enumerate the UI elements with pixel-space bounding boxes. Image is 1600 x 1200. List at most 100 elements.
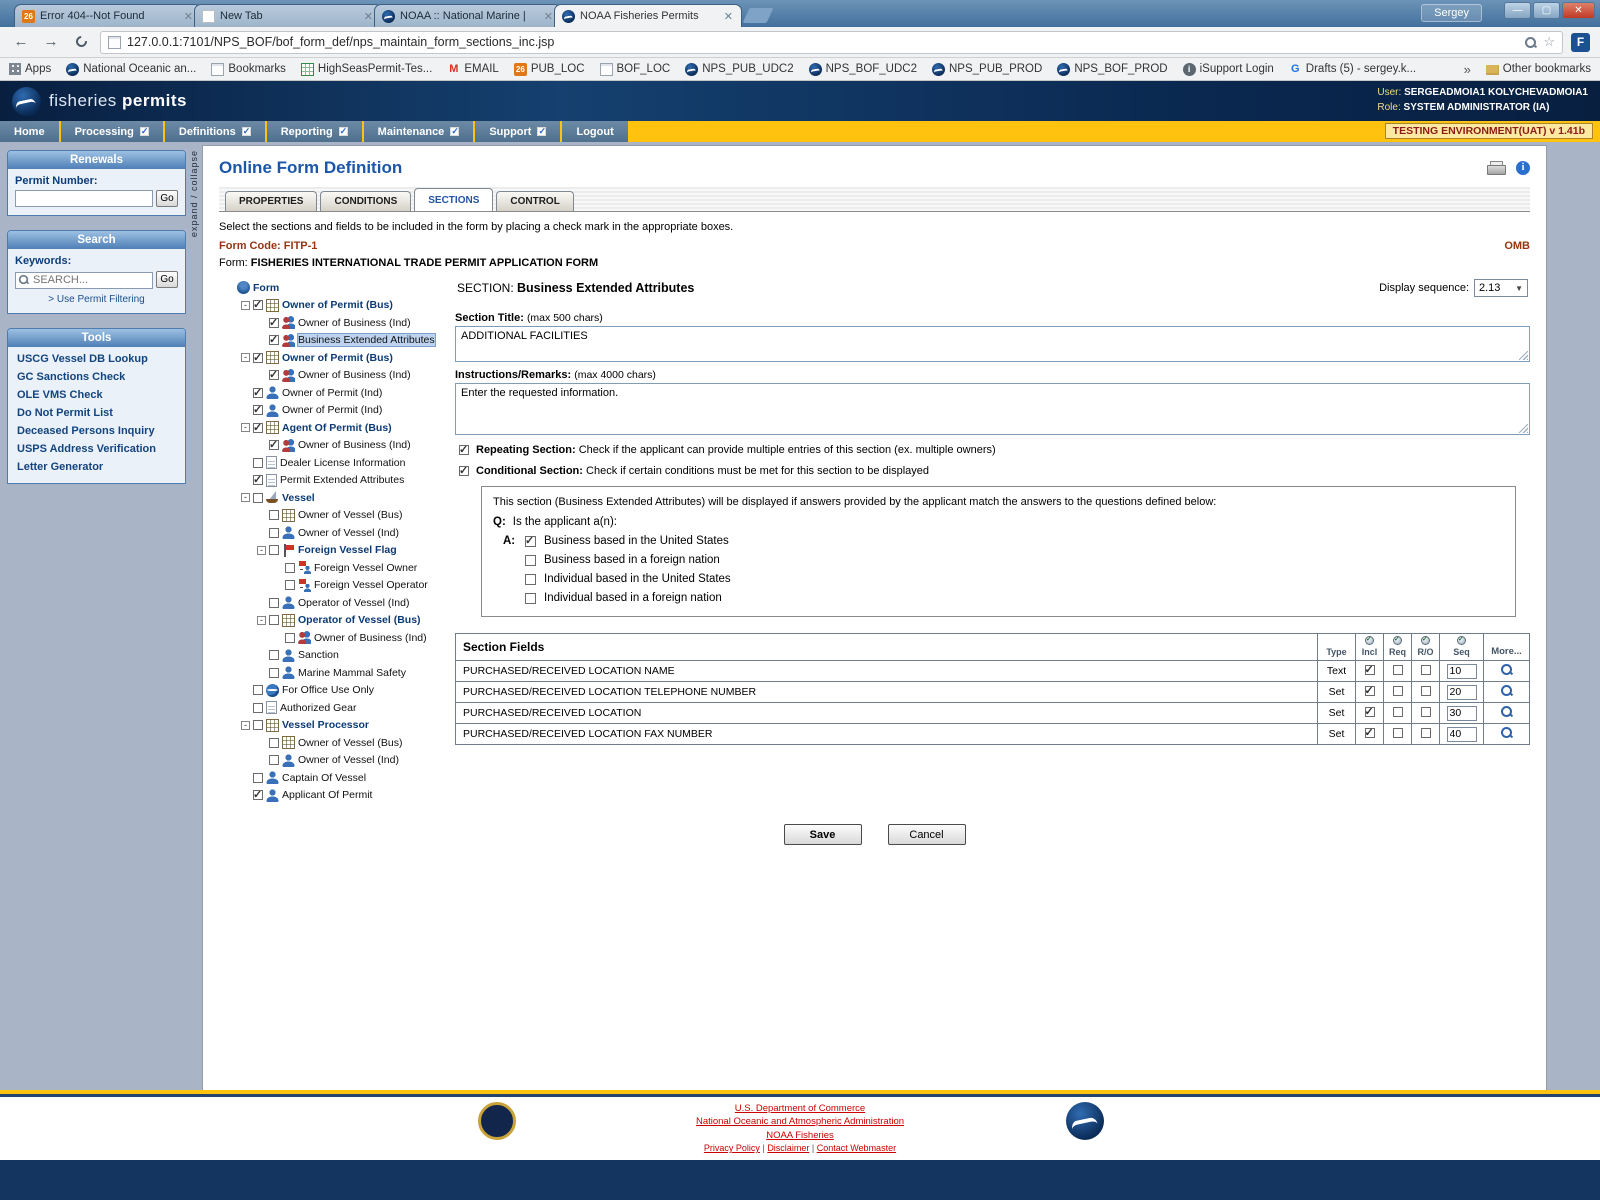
resize-handle[interactable] [1519,424,1528,433]
tree-node[interactable]: - Owner of Permit (Bus) [219,297,451,315]
permit-number-input[interactable] [15,190,153,207]
tree-node[interactable]: Foreign Vessel Operator [219,577,451,595]
nav-item-processing[interactable]: Processing [61,121,163,142]
footer-link[interactable]: Privacy Policy [704,1143,760,1153]
omb-link[interactable]: OMB [1504,240,1530,252]
tree-checkbox[interactable] [253,353,263,363]
tree-node[interactable]: Applicant Of Permit [219,787,451,805]
tree-checkbox[interactable] [253,493,263,503]
tree-checkbox[interactable] [253,458,263,468]
req-checkbox[interactable] [1393,686,1403,696]
footer-link[interactable]: Disclaimer [767,1143,809,1153]
nav-item-maintenance[interactable]: Maintenance [364,121,474,142]
search-go-button[interactable]: Go [156,271,178,288]
info-icon[interactable]: i [1516,161,1530,175]
tree-node[interactable]: Business Extended Attributes [219,332,451,350]
tree-node[interactable]: Owner of Business (Ind) [219,629,451,647]
print-icon[interactable] [1487,161,1504,175]
magnifier-icon[interactable] [1500,684,1513,697]
tree-node[interactable]: - Vessel [219,489,451,507]
tree-node[interactable]: Form [219,279,451,297]
cancel-button[interactable]: Cancel [888,824,966,845]
magnifier-icon[interactable] [1500,663,1513,676]
tree-checkbox[interactable] [253,790,263,800]
tree-node[interactable]: Owner of Vessel (Bus) [219,507,451,525]
ro-checkbox[interactable] [1421,707,1431,717]
tab-conditions[interactable]: CONDITIONS [320,191,411,211]
tree-node[interactable]: Captain Of Vessel [219,769,451,787]
tree-checkbox[interactable] [269,510,279,520]
collapse-icon[interactable]: - [241,423,250,432]
column-toggle-icon[interactable] [1393,636,1402,645]
tree-node[interactable]: Permit Extended Attributes [219,472,451,490]
tree-node[interactable]: - Operator of Vessel (Bus) [219,612,451,630]
tab-control[interactable]: CONTROL [496,191,573,211]
tree-node[interactable]: Marine Mammal Safety [219,664,451,682]
minimize-button[interactable]: — [1504,2,1531,19]
tab-close-icon[interactable]: ✕ [723,10,734,23]
expand-collapse-strip[interactable]: expand / collapse [189,150,199,237]
bookmark-item[interactable]: Bookmarks [211,63,286,76]
nav-item-support[interactable]: Support [475,121,560,142]
tab-properties[interactable]: PROPERTIES [225,191,317,211]
maximize-button[interactable]: ▢ [1533,2,1560,19]
bookmark-item[interactable]: BOF_LOC [600,63,671,76]
tool-link[interactable]: USPS Address Verification [8,440,185,458]
tree-checkbox[interactable] [269,528,279,538]
tree-node[interactable]: - Vessel Processor [219,717,451,735]
answer-checkbox[interactable] [525,593,536,604]
bookmark-item[interactable]: MEMAIL [447,63,499,76]
browser-tab[interactable]: New Tab ✕ [194,4,382,27]
ro-checkbox[interactable] [1421,665,1431,675]
nav-item-definitions[interactable]: Definitions [165,121,265,142]
incl-checkbox[interactable] [1365,707,1375,717]
footer-link[interactable]: U.S. Department of Commerce [735,1103,865,1114]
seq-input[interactable] [1447,685,1477,700]
tree-checkbox[interactable] [285,563,295,573]
tree-checkbox[interactable] [253,405,263,415]
tab-close-icon[interactable]: ✕ [363,10,374,23]
seq-input[interactable] [1447,727,1477,742]
tree-checkbox[interactable] [269,440,279,450]
tree-checkbox[interactable] [253,300,263,310]
tool-link[interactable]: Deceased Persons Inquiry [8,422,185,440]
bookmarks-overflow-chevron[interactable]: » [1464,62,1471,77]
tree-node[interactable]: Owner of Vessel (Ind) [219,752,451,770]
tab-close-icon[interactable]: ✕ [183,10,194,23]
address-bar[interactable]: 127.0.0.1:7101/NPS_BOF/bof_form_def/nps_… [100,31,1563,54]
nav-item-home[interactable]: Home [0,121,59,142]
tree-node[interactable]: Dealer License Information [219,454,451,472]
tree-checkbox[interactable] [269,545,279,555]
renewals-go-button[interactable]: Go [156,190,178,207]
bookmark-star-icon[interactable]: ☆ [1543,34,1555,50]
column-toggle-icon[interactable] [1421,636,1430,645]
tree-node[interactable]: - Agent Of Permit (Bus) [219,419,451,437]
bookmark-item[interactable]: NPS_BOF_UDC2 [809,63,917,76]
tree-checkbox[interactable] [253,773,263,783]
tree-checkbox[interactable] [269,370,279,380]
browser-tab[interactable]: 26 Error 404--Not Found ✕ [14,4,202,27]
tree-node[interactable]: Authorized Gear [219,699,451,717]
collapse-icon[interactable]: - [241,301,250,310]
tree-checkbox[interactable] [285,633,295,643]
req-checkbox[interactable] [1393,728,1403,738]
bookmark-item[interactable]: NPS_PUB_UDC2 [685,63,793,76]
footer-link[interactable]: NOAA Fisheries [766,1130,834,1141]
instructions-input[interactable]: Enter the requested information. [455,383,1530,435]
bookmark-item[interactable]: GDrafts (5) - sergey.k... [1289,63,1416,76]
req-checkbox[interactable] [1393,665,1403,675]
tab-close-icon[interactable]: ✕ [543,10,554,23]
incl-checkbox[interactable] [1365,665,1375,675]
tree-node[interactable]: Owner of Permit (Ind) [219,384,451,402]
answer-checkbox[interactable] [525,555,536,566]
bookmark-item[interactable]: National Oceanic an... [66,63,196,76]
zoom-icon[interactable] [1524,36,1537,49]
tree-checkbox[interactable] [269,650,279,660]
answer-checkbox[interactable] [525,574,536,585]
tree-checkbox[interactable] [253,703,263,713]
collapse-icon[interactable]: - [241,721,250,730]
bookmark-item[interactable]: NPS_BOF_PROD [1057,63,1167,76]
tool-link[interactable]: GC Sanctions Check [8,368,185,386]
tree-checkbox[interactable] [269,738,279,748]
browser-tab[interactable]: NOAA :: National Marine | ✕ [374,4,562,27]
